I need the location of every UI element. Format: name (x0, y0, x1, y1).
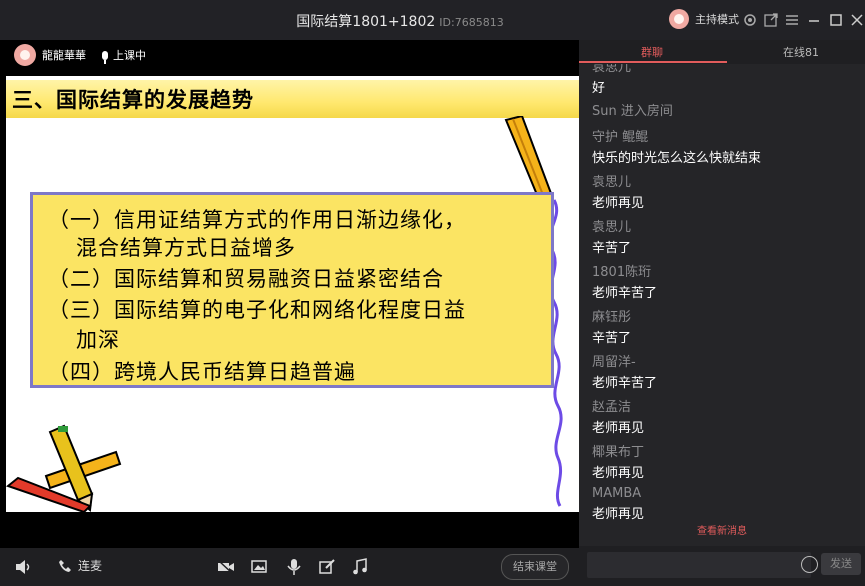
chat-message: 1801陈珩 老师辛苦了 (592, 261, 657, 301)
class-title: 国际结算1801+1802 (296, 14, 436, 30)
message-text: 好 (592, 81, 606, 96)
message-text: 老师再见 (592, 507, 645, 522)
chat-input-row: 发送 (579, 546, 865, 586)
music-icon[interactable] (351, 558, 369, 576)
message-text: 老师辛苦了 (592, 286, 658, 301)
slide-line: 加深 (76, 328, 120, 352)
message-text: 辛苦了 (592, 241, 632, 256)
microphone-icon (102, 50, 108, 64)
message-sender: 守护 鲲鲲 (592, 130, 649, 145)
slide-line: （一）信用证结算方式的作用日渐边缘化， (48, 208, 466, 232)
chat-message: 椰果布丁 老师再见 (592, 441, 644, 481)
chat-panel: 群聊 在线81 袁思儿 好 Sun 进入房间 守护 鲲鲲 快乐的时光怎么这么快就… (579, 40, 865, 586)
chat-tabs: 群聊 在线81 (579, 40, 865, 64)
video-stage: 龍龍華華 上课中 三、国际结算的发展趋势 （一）信用证结算方式的作用日渐边缘化，… (0, 40, 579, 548)
close-icon[interactable] (849, 12, 865, 28)
maximize-icon[interactable] (828, 12, 844, 28)
slide-line: （四）跨境人民币结算日趋普遍 (48, 360, 356, 384)
message-text: 老师辛苦了 (592, 376, 658, 391)
slide-title-bar: 三、国际结算的发展趋势 (6, 80, 579, 118)
chat-message: 袁思儿 老师再见 (592, 171, 644, 211)
tab-online[interactable]: 在线81 (783, 44, 819, 60)
host-mode-button[interactable]: 主持模式 (669, 9, 739, 29)
host-mode-label: 主持模式 (695, 13, 739, 26)
speaker-icon[interactable] (14, 558, 32, 576)
message-text: 辛苦了 (592, 331, 632, 346)
chat-message: 赵孟洁 老师再见 (592, 396, 644, 436)
message-sender: 赵孟洁 (592, 400, 632, 415)
settings-icon[interactable] (742, 12, 758, 28)
presentation-slide: 三、国际结算的发展趋势 （一）信用证结算方式的作用日渐边缘化， 混合结算方式日益… (6, 76, 579, 512)
active-tab-indicator (579, 61, 727, 63)
chat-message: 袁思儿 好 (592, 64, 631, 96)
tab-group-chat[interactable]: 群聊 (641, 44, 663, 60)
class-status-label: 上课中 (113, 49, 146, 62)
camera-icon[interactable] (217, 558, 235, 576)
message-text: 快乐的时光怎么这么快就结束 (592, 151, 762, 166)
end-class-button[interactable]: 结束课堂 (501, 554, 569, 580)
lianmai-label: 连麦 (78, 559, 103, 573)
lianmai-button[interactable]: 连麦 (58, 557, 102, 574)
message-sender: 袁思儿 (592, 64, 632, 75)
slide-title: 三、国际结算的发展趋势 (12, 88, 254, 112)
room-id: ID:7685813 (439, 16, 504, 29)
chat-input[interactable] (587, 552, 811, 578)
emoji-icon[interactable] (801, 556, 818, 573)
share-icon[interactable] (763, 12, 779, 28)
presenter-name: 龍龍華華 (42, 49, 86, 62)
presenter-avatar (14, 44, 36, 66)
menu-icon[interactable] (784, 12, 800, 28)
crossed-pencils-icon (6, 424, 122, 512)
message-sender: 袁思儿 (592, 220, 632, 235)
chat-message-list[interactable]: 袁思儿 好 Sun 进入房间 守护 鲲鲲 快乐的时光怎么这么快就结束 袁思儿 老… (579, 64, 865, 522)
message-text: 老师再见 (592, 466, 645, 481)
host-avatar (669, 9, 689, 29)
slide-line: （二）国际结算和贸易融资日益紧密结合 (48, 267, 444, 291)
system-message: Sun 进入房间 (592, 104, 673, 119)
control-bar: 连麦 结束课堂 (0, 548, 579, 586)
chat-message: 袁思儿 辛苦了 (592, 216, 631, 256)
message-sender: MAMBA (592, 486, 642, 501)
message-sender: 椰果布丁 (592, 445, 645, 460)
message-text: 老师再见 (592, 196, 645, 211)
message-sender: 周留洋- (592, 355, 636, 370)
presenter-bar: 龍龍華華 上课中 (14, 44, 146, 66)
title-bar: 国际结算1801+1802 ID:7685813 主持模式 (0, 0, 865, 40)
edit-icon[interactable] (318, 558, 336, 576)
send-button[interactable]: 发送 (821, 553, 861, 575)
slide-line: （三）国际结算的电子化和网络化程度日益 (48, 298, 466, 322)
screen-share-icon[interactable] (250, 558, 268, 576)
class-status: 上课中 (102, 47, 146, 64)
chat-message: 周留洋- 老师辛苦了 (592, 351, 657, 391)
phone-icon (59, 559, 71, 572)
minimize-icon[interactable] (806, 12, 822, 28)
message-sender: 麻钰彤 (592, 310, 632, 325)
chat-message: 麻钰彤 辛苦了 (592, 306, 631, 346)
chat-message: MAMBA 老师再见 (592, 486, 644, 522)
slide-line: 混合结算方式日益增多 (76, 236, 296, 260)
message-sender: 1801陈珩 (592, 265, 652, 280)
message-text: 老师再见 (592, 421, 645, 436)
chat-message: 守护 鲲鲲 快乐的时光怎么这么快就结束 (592, 126, 761, 166)
microphone-button-icon[interactable] (285, 558, 303, 576)
message-sender: 袁思儿 (592, 175, 632, 190)
view-new-messages-link[interactable]: 查看新消息 (579, 522, 865, 537)
